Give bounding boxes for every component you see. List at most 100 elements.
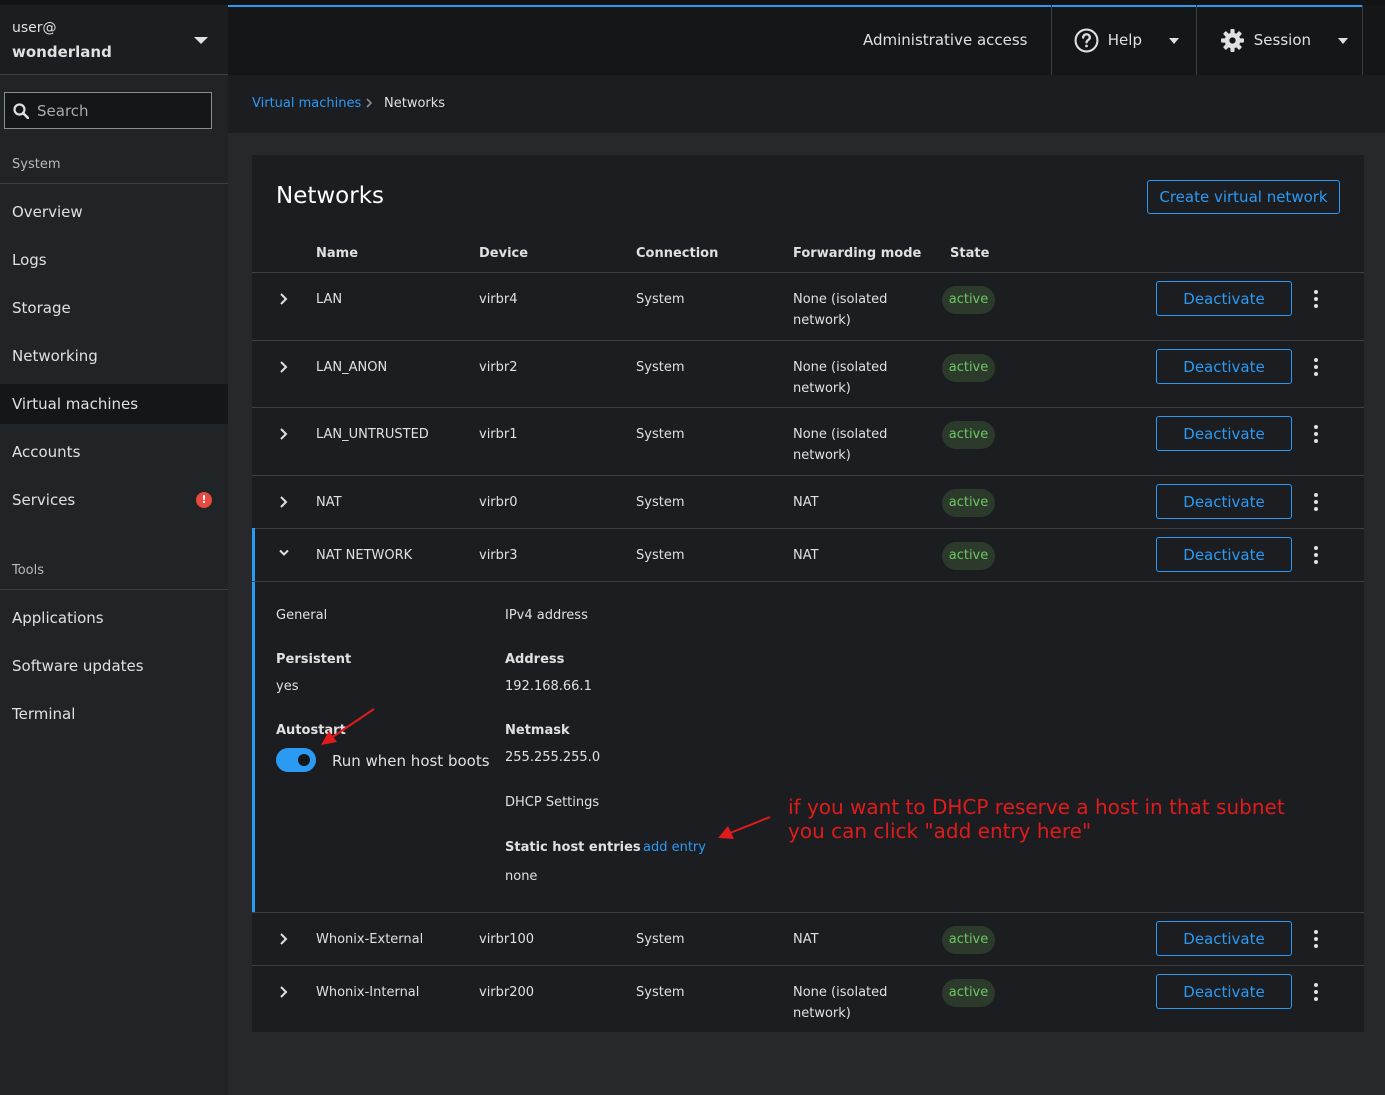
- network-forwarding: NAT: [793, 932, 819, 947]
- network-name: Whonix-Internal: [316, 985, 420, 1000]
- deactivate-button[interactable]: Deactivate: [1156, 416, 1292, 451]
- section-label-tools: Tools: [12, 563, 45, 578]
- chevron-right-icon[interactable]: [278, 360, 288, 374]
- forwarding-line: None (isolated: [793, 292, 888, 307]
- network-device: virbr4: [479, 292, 518, 307]
- divider: [252, 581, 1364, 582]
- help-label: Help: [1107, 31, 1142, 49]
- kebab-menu-icon[interactable]: [1311, 357, 1321, 377]
- kebab-menu-icon[interactable]: [1311, 289, 1321, 309]
- gear-icon: [1221, 29, 1244, 52]
- sidebar-item-logs[interactable]: Logs: [0, 240, 228, 280]
- sidebar-item-terminal[interactable]: Terminal: [0, 694, 228, 734]
- column-header-connection[interactable]: Connection: [636, 246, 718, 261]
- forwarding-line: network): [793, 1006, 851, 1021]
- network-connection: System: [636, 932, 685, 947]
- help-menu[interactable]: Help: [1074, 5, 1179, 75]
- caret-down-icon: [194, 37, 208, 44]
- breadcrumb-link-virtual-machines[interactable]: Virtual machines: [252, 96, 361, 111]
- status-badge: active: [942, 542, 995, 570]
- sidebar-item-applications[interactable]: Applications: [0, 598, 228, 638]
- deactivate-button[interactable]: Deactivate: [1156, 484, 1292, 519]
- annotation-line: you can click "add entry here": [788, 819, 1092, 843]
- network-device: virbr2: [479, 360, 518, 375]
- kebab-menu-icon[interactable]: [1311, 545, 1321, 565]
- deactivate-button[interactable]: Deactivate: [1156, 281, 1292, 316]
- administrative-access-button[interactable]: Administrative access: [863, 5, 1028, 75]
- kebab-menu-icon[interactable]: [1311, 982, 1321, 1002]
- forwarding-line: None (isolated: [793, 985, 888, 1000]
- forwarding-line: network): [793, 381, 851, 396]
- column-header-forwarding-mode[interactable]: Forwarding mode: [793, 246, 921, 261]
- kebab-menu-icon[interactable]: [1311, 424, 1321, 444]
- network-connection: System: [636, 495, 685, 510]
- network-connection: System: [636, 292, 685, 307]
- autostart-label: Autostart: [276, 723, 346, 738]
- network-connection: System: [636, 427, 685, 442]
- accent-line: [228, 5, 1363, 7]
- expanded-indicator: [252, 528, 255, 913]
- address-label: Address: [505, 652, 565, 667]
- session-menu[interactable]: Session: [1220, 5, 1348, 75]
- network-name: LAN: [316, 292, 343, 307]
- sidebar-item-overview[interactable]: Overview: [0, 192, 228, 232]
- chevron-right-icon[interactable]: [278, 932, 288, 946]
- annotation-line: if you want to DHCP reserve a host in th…: [788, 795, 1285, 819]
- deactivate-button[interactable]: Deactivate: [1156, 349, 1292, 384]
- session-label: Session: [1253, 31, 1312, 49]
- sidebar-item-networking[interactable]: Networking: [0, 336, 228, 376]
- section-label-system: System: [12, 157, 61, 172]
- status-badge: active: [942, 489, 995, 517]
- network-connection: System: [636, 548, 685, 563]
- breadcrumb: Virtual machines Networks: [228, 75, 1385, 133]
- host-user: user@: [12, 20, 57, 36]
- divider: [0, 589, 228, 590]
- sidebar-item-storage[interactable]: Storage: [0, 288, 228, 328]
- table-row: NAT NETWORK virbr3 System NAT active Dea…: [252, 528, 1364, 581]
- chevron-down-icon[interactable]: [278, 548, 290, 558]
- status-badge: active: [942, 286, 995, 314]
- autostart-toggle[interactable]: [276, 748, 316, 772]
- add-entry-link[interactable]: add entry: [643, 840, 706, 855]
- create-virtual-network-button[interactable]: Create virtual network: [1147, 180, 1340, 214]
- column-header-name[interactable]: Name: [316, 246, 358, 261]
- deactivate-button[interactable]: Deactivate: [1156, 921, 1292, 956]
- chevron-right-icon[interactable]: [278, 292, 288, 306]
- chevron-right-icon[interactable]: [278, 427, 288, 441]
- sidebar-item-software-updates[interactable]: Software updates: [0, 646, 228, 686]
- forwarding-line: network): [793, 448, 851, 463]
- deactivate-button[interactable]: Deactivate: [1156, 974, 1292, 1009]
- static-host-entries-value: none: [505, 869, 538, 884]
- ipv4-heading: IPv4 address: [505, 608, 588, 623]
- forwarding-line: None (isolated: [793, 360, 888, 375]
- chevron-right-icon[interactable]: [278, 495, 288, 509]
- netmask-value: 255.255.255.0: [505, 750, 601, 765]
- kebab-menu-icon[interactable]: [1311, 929, 1321, 949]
- column-header-state[interactable]: State: [950, 246, 989, 261]
- chevron-right-icon: [366, 98, 373, 108]
- help-icon: [1074, 28, 1099, 53]
- sidebar-item-services[interactable]: Services !: [0, 480, 228, 520]
- deactivate-button[interactable]: Deactivate: [1156, 537, 1292, 572]
- network-name: LAN_ANON: [316, 360, 388, 375]
- dhcp-heading: DHCP Settings: [505, 795, 600, 810]
- chevron-right-icon[interactable]: [278, 985, 288, 999]
- host-name: wonderland: [12, 43, 112, 61]
- column-header-device[interactable]: Device: [479, 246, 528, 261]
- sidebar-item-label: Services: [12, 491, 76, 509]
- divider: [1362, 5, 1363, 75]
- network-device: virbr200: [479, 985, 535, 1000]
- network-forwarding: None (isolated network): [793, 982, 887, 1024]
- annotation-text: if you want to DHCP reserve a host in th…: [788, 795, 1285, 843]
- networks-card: Networks Create virtual network Name Dev…: [252, 155, 1364, 1032]
- sidebar-item-accounts[interactable]: Accounts: [0, 432, 228, 472]
- kebab-menu-icon[interactable]: [1311, 492, 1321, 512]
- network-forwarding: None (isolated network): [793, 357, 887, 399]
- status-badge: active: [942, 979, 995, 1007]
- sidebar-item-virtual-machines[interactable]: Virtual machines: [0, 384, 228, 424]
- search-input[interactable]: [37, 93, 207, 128]
- address-value: 192.168.66.1: [505, 679, 592, 694]
- breadcrumb-current: Networks: [384, 96, 446, 111]
- host-switcher[interactable]: user@ wonderland: [0, 0, 228, 75]
- network-name: Whonix-External: [316, 932, 424, 947]
